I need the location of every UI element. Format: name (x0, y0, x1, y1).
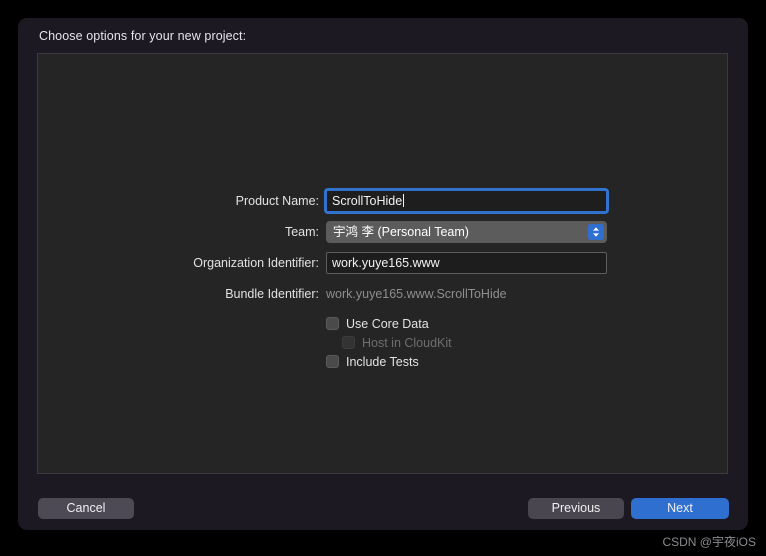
checkbox-box-icon[interactable] (326, 317, 339, 330)
team-select[interactable]: 宇鸿 李 (Personal Team) (326, 221, 607, 243)
options-panel: Product Name: ScrollToHide Team: 宇鸿 李 (P… (37, 53, 728, 474)
team-selected-value: 宇鸿 李 (Personal Team) (333, 225, 469, 239)
checkbox-include-tests[interactable]: Include Tests (326, 353, 419, 371)
cancel-button[interactable]: Cancel (38, 498, 134, 519)
checkbox-label: Include Tests (346, 355, 419, 369)
dialog-title: Choose options for your new project: (39, 29, 247, 43)
product-name-value: ScrollToHide (332, 194, 403, 208)
chevron-up-down-icon[interactable] (588, 224, 604, 240)
product-name-input[interactable]: ScrollToHide (326, 190, 607, 212)
watermark: CSDN @宇夜iOS (662, 535, 756, 549)
field-row-organization-identifier: Organization Identifier: work.yuye165.ww… (38, 252, 727, 274)
checkbox-label: Host in CloudKit (362, 336, 452, 350)
next-button[interactable]: Next (631, 498, 729, 519)
organization-identifier-label: Organization Identifier: (193, 256, 319, 270)
checkbox-box-icon[interactable] (326, 355, 339, 368)
field-row-team: Team: 宇鸿 李 (Personal Team) (38, 221, 727, 243)
bundle-identifier-label: Bundle Identifier: (225, 287, 319, 301)
checkbox-box-icon (342, 336, 355, 349)
screen: Choose options for your new project: Pro… (0, 0, 766, 556)
previous-button[interactable]: Previous (528, 498, 624, 519)
organization-identifier-input[interactable]: work.yuye165.www (326, 252, 607, 274)
checkbox-use-core-data[interactable]: Use Core Data (326, 315, 429, 333)
team-label: Team: (284, 225, 319, 239)
organization-identifier-control: work.yuye165.www (326, 252, 607, 274)
product-name-label: Product Name: (235, 194, 319, 208)
field-row-product-name: Product Name: ScrollToHide (38, 190, 727, 212)
checkbox-host-in-cloudkit: Host in CloudKit (342, 334, 452, 352)
new-project-options-dialog: Choose options for your new project: Pro… (18, 18, 748, 530)
checkbox-label: Use Core Data (346, 317, 429, 331)
bundle-identifier-value: work.yuye165.www.ScrollToHide (326, 287, 507, 301)
text-caret (403, 194, 405, 207)
field-row-bundle-identifier: Bundle Identifier: work.yuye165.www.Scro… (38, 283, 727, 305)
project-options-form: Product Name: ScrollToHide Team: 宇鸿 李 (P… (38, 54, 727, 473)
bundle-identifier-control: work.yuye165.www.ScrollToHide (326, 283, 507, 305)
team-control: 宇鸿 李 (Personal Team) (326, 221, 607, 243)
product-name-control: ScrollToHide (326, 190, 607, 212)
